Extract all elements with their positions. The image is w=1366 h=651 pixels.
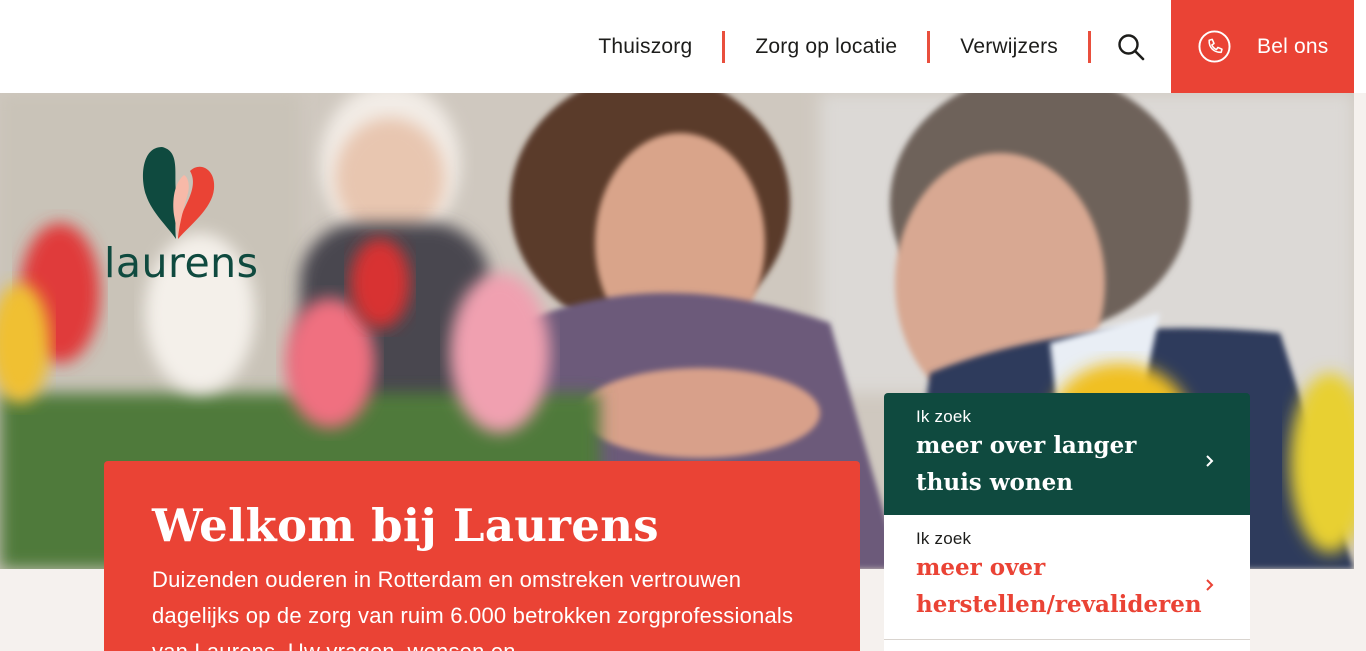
search-card-revalideren[interactable]: Ik zoek meer over herstellen/revalideren [884, 515, 1250, 640]
nav-item-zorg-op-locatie[interactable]: Zorg op locatie [725, 30, 931, 63]
chevron-right-icon [1206, 579, 1214, 591]
search-icon [1118, 33, 1145, 60]
search-card-prefix: Ik zoek [916, 407, 972, 426]
nav-item-thuiszorg[interactable]: Thuiszorg [598, 30, 726, 63]
search-card-next[interactable] [884, 640, 1250, 651]
search-button[interactable] [1091, 0, 1171, 93]
nav-item-verwijzers[interactable]: Verwijzers [930, 30, 1091, 63]
chevron-right-icon [1206, 455, 1214, 467]
phone-icon [1198, 30, 1231, 63]
search-card-thuis-wonen[interactable]: Ik zoek meer over langer thuis wonen [884, 393, 1250, 515]
welcome-card: Welkom bij Laurens Duizenden ouderen in … [104, 461, 860, 651]
welcome-body: Duizenden ouderen in Rotterdam en omstre… [152, 567, 794, 651]
search-card-prefix: Ik zoek [916, 529, 972, 548]
search-card-label: meer over herstellen/revalideren [916, 554, 1202, 618]
laurens-logo[interactable]: laurens [104, 147, 259, 289]
heart-logo-icon [143, 147, 215, 239]
site-header: Thuiszorg Zorg op locatie Verwijzers Bel… [0, 0, 1366, 93]
page-scrollbar-track [1354, 93, 1366, 651]
main-nav: Thuiszorg Zorg op locatie Verwijzers [598, 0, 1171, 93]
call-button[interactable]: Bel ons [1171, 0, 1354, 93]
call-label: Bel ons [1257, 34, 1329, 58]
welcome-title: Welkom bij Laurens [152, 499, 659, 552]
logo-wordmark: laurens [104, 239, 259, 287]
search-card-label: meer over langer thuis wonen [916, 432, 1137, 496]
